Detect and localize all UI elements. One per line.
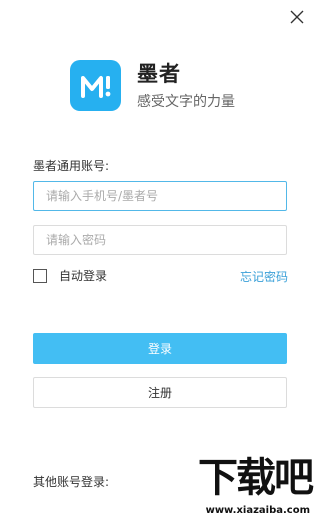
other-accounts-label: 其他账号登录: xyxy=(33,475,110,489)
password-input[interactable] xyxy=(33,225,287,255)
login-button[interactable]: 登录 xyxy=(33,333,287,364)
account-input[interactable] xyxy=(33,181,287,211)
auto-login-label: 自动登录 xyxy=(59,269,108,283)
brand-header: 墨者 感受文字的力量 xyxy=(70,60,235,111)
close-icon xyxy=(290,10,304,24)
watermark: 下载吧 www.xiazaiba.com xyxy=(184,456,314,516)
account-label: 墨者通用账号: xyxy=(33,159,110,173)
auto-login-toggle[interactable]: 自动登录 xyxy=(33,267,107,284)
mozhe-logo-icon xyxy=(70,60,121,111)
app-name: 墨者 xyxy=(137,61,181,86)
watermark-text: 下载吧 xyxy=(198,455,314,501)
register-button[interactable]: 注册 xyxy=(33,377,287,408)
close-button[interactable] xyxy=(290,10,308,28)
auto-login-checkbox[interactable] xyxy=(33,268,47,283)
watermark-url: www.xiazaiba.com xyxy=(205,505,310,516)
app-slogan: 感受文字的力量 xyxy=(137,93,235,110)
forgot-password-link[interactable]: 忘记密码 xyxy=(240,268,288,285)
